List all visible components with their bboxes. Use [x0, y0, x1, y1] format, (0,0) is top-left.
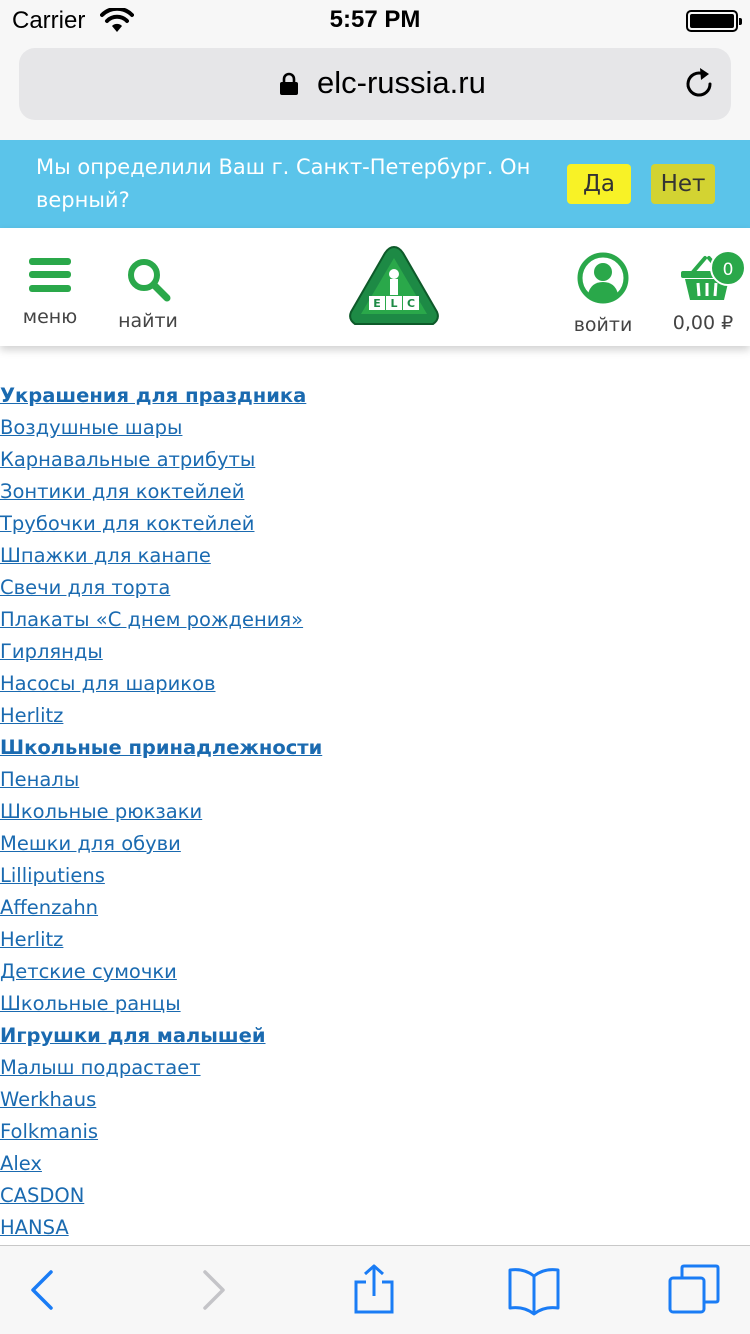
- category-link[interactable]: Плакаты «С днем рождения»: [0, 604, 750, 636]
- city-confirmation-banner: Мы определили Ваш г. Санкт-Петербург. Он…: [0, 140, 750, 228]
- category-link[interactable]: Школьные рюкзаки: [0, 796, 750, 828]
- tabs-icon[interactable]: [668, 1264, 720, 1316]
- bookmarks-icon[interactable]: [508, 1264, 560, 1316]
- address-bar[interactable]: elc-russia.ru: [19, 48, 731, 120]
- battery-icon: [686, 10, 742, 32]
- category-link-list: Украшения для праздника Воздушные шары Кар…: [0, 380, 750, 1244]
- category-link[interactable]: Карнавальные атрибуты: [0, 444, 750, 476]
- search-label: найти: [118, 310, 178, 332]
- cart-count-badge: 0: [710, 250, 746, 286]
- category-link[interactable]: HANSA: [0, 1212, 750, 1244]
- category-link[interactable]: Lilliputiens: [0, 860, 750, 892]
- category-link[interactable]: Werkhaus: [0, 1084, 750, 1116]
- category-heading-link[interactable]: Школьные принадлежности: [0, 732, 750, 764]
- city-no-button[interactable]: Нет: [651, 164, 715, 204]
- category-link[interactable]: Воздушные шары: [0, 412, 750, 444]
- category-link[interactable]: Трубочки для коктейлей: [0, 508, 750, 540]
- category-heading-link[interactable]: Украшения для праздника: [0, 380, 750, 412]
- lock-icon: [280, 72, 298, 95]
- logo-letter-c: C: [407, 297, 415, 310]
- clock: 5:57 PM: [329, 6, 421, 33]
- elc-logo[interactable]: E L C: [347, 244, 441, 328]
- category-link[interactable]: CASDON: [0, 1180, 750, 1212]
- category-link[interactable]: Пеналы: [0, 764, 750, 796]
- login-button[interactable]: войти: [566, 252, 640, 336]
- category-link[interactable]: Малыш подрастает: [0, 1052, 750, 1084]
- user-icon: [577, 252, 629, 304]
- reload-icon[interactable]: [681, 66, 717, 102]
- logo-letter-l: L: [390, 297, 397, 310]
- site-header: меню найти E L C войти 0,00 ₽ 0: [0, 228, 750, 346]
- share-icon[interactable]: [348, 1264, 400, 1316]
- url-text[interactable]: elc-russia.ru: [317, 65, 486, 101]
- category-link[interactable]: Насосы для шариков: [0, 668, 750, 700]
- search-button[interactable]: найти: [112, 256, 184, 332]
- category-link[interactable]: Alex: [0, 1148, 750, 1180]
- category-link[interactable]: Школьные ранцы: [0, 988, 750, 1020]
- browser-address-area: elc-russia.ru: [0, 40, 750, 140]
- browser-toolbar: [0, 1245, 750, 1334]
- city-yes-button[interactable]: Да: [567, 164, 631, 204]
- category-link[interactable]: Свечи для торта: [0, 572, 750, 604]
- category-link[interactable]: Affenzahn: [0, 892, 750, 924]
- search-icon: [128, 259, 171, 302]
- city-confirmation-text: Мы определили Ваш г. Санкт-Петербург. Он…: [36, 155, 531, 212]
- category-link[interactable]: Herlitz: [0, 700, 750, 732]
- menu-label: меню: [22, 306, 78, 328]
- category-link[interactable]: Зонтики для коктейлей: [0, 476, 750, 508]
- category-heading-link[interactable]: Игрушки для малышей: [0, 1020, 750, 1052]
- hamburger-icon: [29, 258, 71, 292]
- login-label: войти: [573, 314, 633, 336]
- cart-total: 0,00 ₽: [672, 312, 734, 334]
- back-icon[interactable]: [18, 1264, 70, 1316]
- category-link[interactable]: Детские сумочки: [0, 956, 750, 988]
- status-bar: Carrier 5:57 PM: [0, 0, 750, 40]
- logo-letter-e: E: [373, 297, 381, 310]
- category-link[interactable]: Мешки для обуви: [0, 828, 750, 860]
- category-link[interactable]: Гирлянды: [0, 636, 750, 668]
- category-link[interactable]: Шпажки для канапе: [0, 540, 750, 572]
- category-link[interactable]: Folkmanis: [0, 1116, 750, 1148]
- menu-button[interactable]: меню: [14, 258, 86, 328]
- category-link[interactable]: Herlitz: [0, 924, 750, 956]
- forward-icon[interactable]: [186, 1264, 238, 1316]
